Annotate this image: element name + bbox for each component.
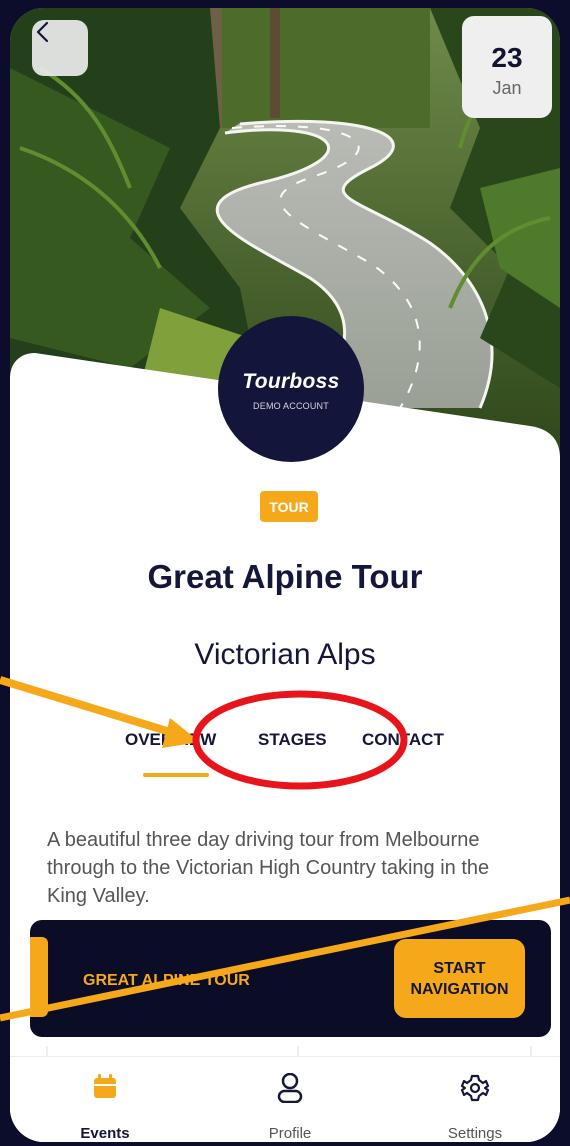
navigation-banner: GREAT ALPINE TOUR START NAVIGATION [30, 920, 551, 1037]
date-badge: 23 Jan [462, 16, 552, 118]
event-title: Great Alpine Tour [147, 558, 423, 595]
tab-contact[interactable]: CONTACT [362, 730, 444, 750]
start-navigation-line1: START [433, 959, 486, 977]
tab-overview[interactable]: OVERVIEW [125, 730, 216, 750]
event-description: A beautiful three day driving tour from … [47, 829, 490, 907]
tab-stages[interactable]: STAGES [258, 730, 327, 750]
nav-settings-label: Settings [447, 1125, 503, 1142]
gear-icon [460, 1074, 490, 1102]
nav-settings[interactable]: Settings [415, 1073, 535, 1142]
nav-profile-label: Profile [268, 1125, 312, 1142]
event-type-tag: TOUR [260, 491, 318, 522]
phone-screen: 23 Jan Tourboss DEMO ACCOUNT TOUR Great … [10, 8, 560, 1142]
event-location: Victorian Alps [194, 638, 376, 671]
user-icon [277, 1073, 303, 1103]
date-month: Jan [492, 78, 522, 98]
active-tab-indicator [143, 773, 209, 777]
chevron-left-icon [36, 21, 49, 43]
logo-subtitle: DEMO ACCOUNT [253, 401, 329, 411]
organizer-logo: Tourboss DEMO ACCOUNT [218, 316, 364, 462]
calendar-icon [94, 1074, 116, 1098]
nav-events-label: Events [80, 1125, 130, 1142]
banner-accent [30, 937, 48, 1017]
start-navigation-line2: NAVIGATION [410, 980, 509, 998]
nav-events[interactable]: Events [45, 1073, 165, 1142]
bottom-navigation: Events Profile Settings [10, 1056, 560, 1142]
nav-profile[interactable]: Profile [230, 1073, 350, 1142]
start-navigation-button[interactable]: START NAVIGATION [394, 939, 525, 1018]
logo-wordmark: Tourboss [242, 370, 340, 393]
date-day: 23 [491, 42, 523, 73]
banner-title: GREAT ALPINE TOUR [83, 972, 250, 989]
back-button[interactable] [32, 20, 88, 76]
